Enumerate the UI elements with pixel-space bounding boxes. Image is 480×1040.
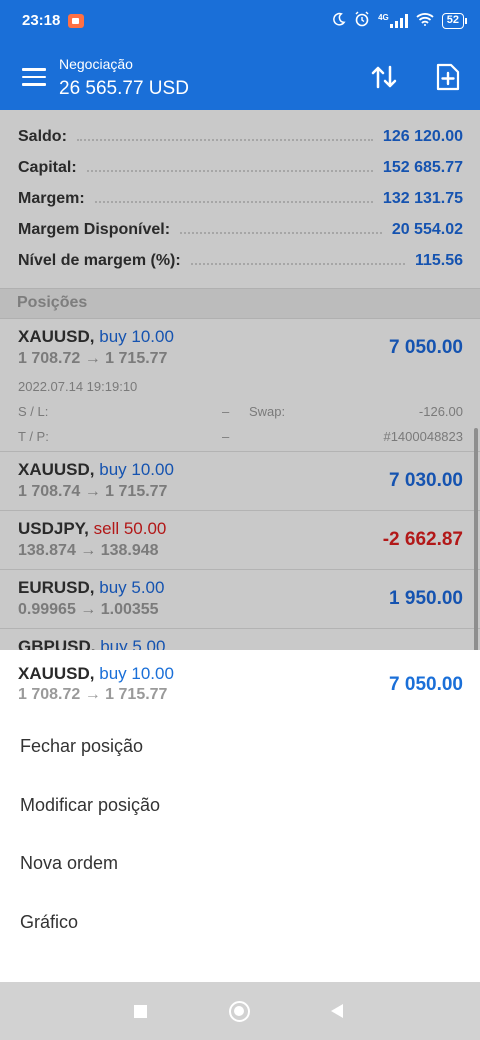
position-symbol: GBPUSD, buy 5.00	[18, 637, 165, 650]
account-label: Nível de margem (%):	[18, 252, 181, 269]
position-side: buy 10.00	[99, 460, 174, 479]
swap-label: Swap:	[249, 404, 286, 419]
status-bar: 23:18 4G 52	[0, 0, 480, 42]
wifi-icon	[416, 12, 434, 29]
symbol-text: XAUUSD,	[18, 460, 95, 479]
alarm-icon	[354, 11, 370, 30]
new-order-item[interactable]: Nova ordem	[0, 836, 480, 894]
battery-indicator: 52	[441, 12, 468, 29]
symbol-text: GBPUSD,	[18, 637, 96, 650]
position-row[interactable]: USDJPY, sell 50.00 138.874 → 138.948 -2 …	[0, 511, 480, 570]
back-icon[interactable]	[331, 1004, 343, 1018]
ticket-number: #1400048823	[383, 429, 463, 444]
recent-apps-icon[interactable]	[134, 1005, 147, 1018]
position-profit: -2 662.87	[382, 529, 463, 550]
dotted-leader	[86, 170, 373, 172]
signal-icon	[389, 13, 408, 28]
position-actions-sheet: XAUUSD, buy 10.00 1 708.72 → 1 715.77 7 …	[0, 650, 480, 982]
tp-label: T / P:	[18, 429, 49, 444]
status-icons: 4G 52	[331, 11, 468, 30]
status-time: 23:18	[22, 12, 61, 29]
position-row[interactable]: XAUUSD, buy 10.00 1 708.74 → 1 715.77 7 …	[0, 452, 480, 511]
tp-value: –	[222, 429, 230, 444]
account-row-margin-level: Nível de margem (%): 115.56	[18, 249, 463, 273]
system-navigation-bar	[0, 982, 480, 1040]
account-row-equity: Capital: 152 685.77	[18, 156, 463, 180]
menu-item-label: Nova ordem	[20, 853, 119, 873]
sl-label: S / L:	[18, 404, 49, 419]
sort-icon[interactable]	[369, 62, 399, 92]
menu-item-label: Modificar posição	[20, 795, 161, 815]
scrollbar[interactable]	[474, 428, 478, 650]
position-side: buy 10.00	[99, 327, 174, 346]
close-position-item[interactable]: Fechar posição	[0, 719, 480, 777]
account-label: Capital:	[18, 159, 77, 176]
position-symbol: EURUSD, buy 5.00	[18, 578, 164, 598]
symbol-text: XAUUSD,	[18, 664, 95, 683]
sheet-profit: 7 050.00	[389, 674, 463, 695]
symbol-text: XAUUSD,	[18, 327, 95, 346]
dotted-leader	[94, 201, 373, 203]
position-row[interactable]: XAUUSD, buy 10.00 1 708.72 → 1 715.77 7 …	[0, 319, 480, 452]
menu-icon[interactable]	[22, 68, 46, 86]
position-side: buy 5.00	[99, 578, 165, 597]
account-value: 126 120.00	[382, 128, 463, 145]
position-symbol: XAUUSD, buy 10.00	[18, 327, 174, 347]
account-row-margin: Margem: 132 131.75	[18, 187, 463, 211]
position-side: buy 5.00	[100, 637, 166, 650]
position-prices: 1 708.72 → 1 715.77	[18, 350, 168, 367]
position-prices: 1 708.74 → 1 715.77	[18, 483, 168, 500]
account-row-free-margin: Margem Disponível: 20 554.02	[18, 218, 463, 242]
positions-title: Posições	[17, 294, 88, 311]
account-row-balance: Saldo: 126 120.00	[18, 125, 463, 149]
chart-item[interactable]: Gráfico	[0, 895, 480, 953]
swap-value: -126.00	[418, 404, 463, 419]
position-symbol: USDJPY, sell 50.00	[18, 519, 166, 539]
dotted-leader	[190, 263, 405, 265]
new-order-icon[interactable]	[434, 62, 462, 92]
account-label: Margem:	[18, 190, 85, 207]
position-profit: 7 050.00	[389, 337, 463, 358]
position-side: sell 50.00	[93, 519, 167, 538]
position-row[interactable]: GBPUSD, buy 5.00	[0, 629, 480, 650]
symbol-text: EURUSD,	[18, 578, 95, 597]
position-prices: 138.874 → 138.948	[18, 542, 159, 559]
position-time: 2022.07.14 19:19:10	[18, 379, 138, 394]
modify-position-item[interactable]: Modificar posição	[0, 778, 480, 836]
symbol-text: USDJPY,	[18, 519, 89, 538]
sl-value: –	[222, 404, 230, 419]
positions-section-header: Posições	[0, 288, 480, 319]
menu-item-label: Fechar posição	[20, 736, 144, 756]
position-profit: 7 030.00	[389, 470, 463, 491]
position-row[interactable]: EURUSD, buy 5.00 0.99965 → 1.00355 1 950…	[0, 570, 480, 629]
app-header: 23:18 4G 52 Negociação 26 565.77 USD	[0, 0, 480, 110]
account-value: 132 131.75	[382, 190, 463, 207]
dotted-leader	[180, 232, 382, 234]
dotted-leader	[76, 139, 373, 141]
sheet-prices: 1 708.72 → 1 715.77	[18, 686, 168, 703]
trade-content: Saldo: 126 120.00 Capital: 152 685.77 Ma…	[0, 110, 480, 650]
account-value: 152 685.77	[382, 159, 463, 176]
sheet-symbol: XAUUSD, buy 10.00	[18, 664, 174, 684]
account-label: Saldo:	[18, 128, 67, 145]
position-side: buy 10.00	[99, 664, 174, 683]
account-label: Margem Disponível:	[18, 221, 171, 238]
home-icon[interactable]	[229, 1001, 250, 1022]
position-prices: 0.99965 → 1.00355	[18, 601, 159, 618]
network-type: 4G	[378, 12, 389, 22]
menu-item-label: Gráfico	[20, 912, 79, 932]
account-value: 20 554.02	[391, 221, 463, 238]
moon-icon	[331, 12, 346, 30]
position-profit: 1 950.00	[389, 588, 463, 609]
position-symbol: XAUUSD, buy 10.00	[18, 460, 174, 480]
page-subtitle: Negociação	[59, 56, 133, 72]
account-balance-title: 26 565.77 USD	[59, 78, 189, 99]
account-value: 115.56	[414, 252, 463, 269]
screen-record-icon	[68, 14, 84, 28]
